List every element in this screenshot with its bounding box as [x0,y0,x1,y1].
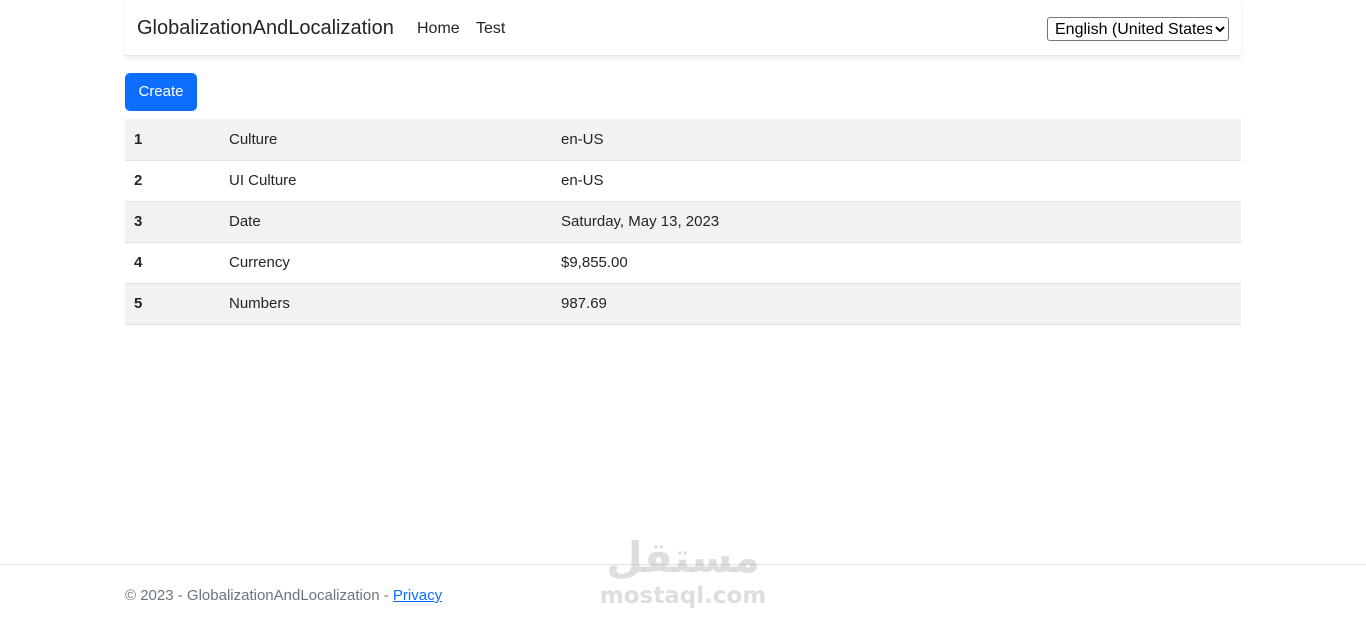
row-value: $9,855.00 [552,242,1241,284]
localization-table: 1 Culture en-US 2 UI Culture en-US 3 Dat… [125,119,1241,325]
row-label: UI Culture [220,160,552,202]
row-number: 1 [125,119,220,161]
row-value: en-US [552,119,1241,161]
create-button[interactable]: Create [125,73,197,111]
row-number: 2 [125,160,220,202]
top-navbar: GlobalizationAndLocalization Home Test E… [125,0,1241,56]
brand-link[interactable]: GlobalizationAndLocalization [137,16,394,40]
row-value: en-US [552,160,1241,202]
table-row: 3 Date Saturday, May 13, 2023 [125,201,1241,243]
row-label: Date [220,201,552,243]
page: GlobalizationAndLocalization Home Test E… [0,0,1366,625]
row-value: 987.69 [552,283,1241,325]
privacy-link[interactable]: Privacy [393,587,442,604]
row-number: 4 [125,242,220,284]
page-footer: © 2023 - GlobalizationAndLocalization - … [0,564,1366,625]
row-value: Saturday, May 13, 2023 [552,201,1241,243]
nav-link-home[interactable]: Home [417,19,460,39]
footer-text: © 2023 - GlobalizationAndLocalization - … [125,587,442,605]
table-row: 2 UI Culture en-US [125,160,1241,202]
footer-copyright: © 2023 - GlobalizationAndLocalization - [125,587,393,604]
row-label: Numbers [220,283,552,325]
table-row: 1 Culture en-US [125,119,1241,161]
row-label: Culture [220,119,552,161]
table-row: 5 Numbers 987.69 [125,283,1241,325]
table-row: 4 Currency $9,855.00 [125,242,1241,284]
language-select[interactable]: English (United States) [1047,17,1229,41]
nav-link-test[interactable]: Test [476,19,505,39]
row-number: 5 [125,283,220,325]
row-number: 3 [125,201,220,243]
row-label: Currency [220,242,552,284]
